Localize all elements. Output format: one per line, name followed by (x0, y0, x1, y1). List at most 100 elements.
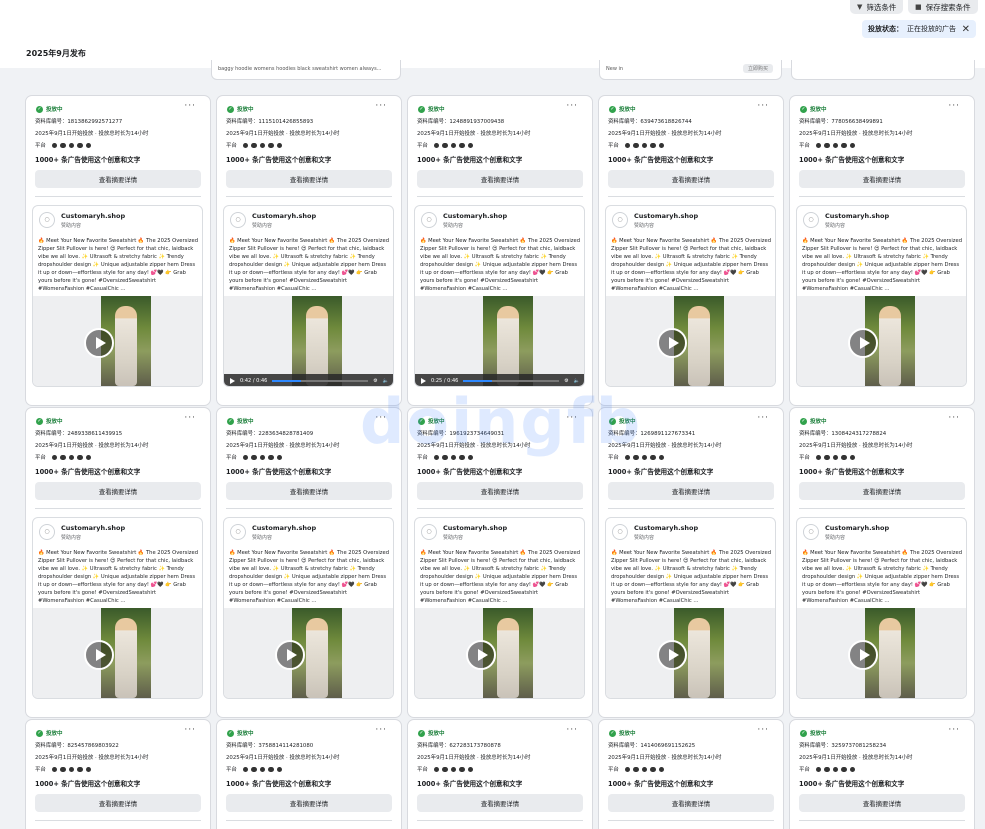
close-icon[interactable]: ✕ (962, 24, 970, 35)
save-search-button[interactable]: ■ 保存搜索条件 (908, 0, 978, 14)
view-details-button[interactable]: 查看摘要详情 (417, 170, 583, 188)
ad-preview[interactable]: ○ Customaryh.shop 赞助内容 🔥 Meet Your New F… (414, 205, 585, 387)
more-options-icon[interactable]: ··· (566, 725, 578, 735)
page-name[interactable]: Customaryh.shop (61, 212, 125, 220)
ad-preview[interactable]: ○ Customaryh.shop 赞助内容 🔥 Meet Your New F… (223, 517, 394, 699)
play-icon[interactable] (421, 378, 426, 384)
launch-info: 2025年9月1日开始投放 · 投放总时长为14小时 (417, 755, 531, 761)
view-details-button[interactable]: 查看摘要详情 (226, 794, 392, 812)
ad-preview[interactable]: ○ Customaryh.shop 赞助内容 🔥 Meet Your New F… (796, 517, 967, 699)
video-controls[interactable]: 0:25 / 0:46 ⚙ 🔈 (415, 374, 584, 386)
view-details-button[interactable]: 查看摘要详情 (417, 482, 583, 500)
view-details-button[interactable]: 查看摘要详情 (608, 794, 774, 812)
filter-button[interactable]: ▼ 筛选条件 (850, 0, 904, 14)
play-icon[interactable] (84, 640, 114, 670)
status-badge: ✓ 投放中 (36, 105, 63, 113)
more-options-icon[interactable]: ··· (184, 413, 196, 423)
page-name[interactable]: Customaryh.shop (61, 524, 125, 532)
platforms-row: 平台 (35, 765, 92, 773)
more-options-icon[interactable]: ··· (566, 101, 578, 111)
view-details-button[interactable]: 查看摘要详情 (226, 170, 392, 188)
status-badge: ✓ 投放中 (227, 417, 254, 425)
view-details-button[interactable]: 查看摘要详情 (608, 170, 774, 188)
ad-preview[interactable]: ○ Customaryh.shop 赞助内容 🔥 Meet Your New F… (605, 205, 776, 387)
view-details-button[interactable]: 查看摘要详情 (35, 170, 201, 188)
page-avatar: ○ (612, 212, 628, 228)
page-name[interactable]: Customaryh.shop (252, 212, 316, 220)
ad-card: ✓ 投放中 ··· 资料库编号：778056638499891 2025年9月1… (789, 95, 975, 406)
ad-preview[interactable]: ○ Customaryh.shop 赞助内容 🔥 Meet Your New F… (414, 517, 585, 699)
library-id: 资料库编号：1308424317278824 (799, 431, 887, 437)
ad-preview[interactable]: ○ Customaryh.shop 赞助内容 🔥 Meet Your New F… (32, 205, 203, 387)
page-name[interactable]: Customaryh.shop (252, 524, 316, 532)
settings-icon[interactable]: ⚙ (564, 378, 568, 384)
audience-network-icon (68, 766, 75, 773)
divider (799, 196, 965, 197)
view-details-button[interactable]: 查看摘要详情 (417, 794, 583, 812)
play-icon[interactable] (657, 640, 687, 670)
more-options-icon[interactable]: ··· (184, 101, 196, 111)
ad-count: 1000+ 条广告使用这个创意和文字 (608, 780, 714, 788)
threads-icon (849, 142, 856, 149)
facebook-icon (624, 142, 631, 149)
volume-icon[interactable]: 🔈 (383, 378, 389, 384)
play-icon[interactable] (230, 378, 235, 384)
progress-bar[interactable] (463, 380, 560, 382)
status-badge: ✓ 投放中 (418, 105, 445, 113)
more-options-icon[interactable]: ··· (757, 413, 769, 423)
more-options-icon[interactable]: ··· (757, 101, 769, 111)
progress-bar[interactable] (272, 380, 369, 382)
ad-preview[interactable]: ○ Customaryh.shop 赞助内容 🔥 Meet Your New F… (605, 517, 776, 699)
play-icon[interactable] (848, 640, 878, 670)
settings-icon[interactable]: ⚙ (373, 378, 377, 384)
ad-preview[interactable]: ○ Customaryh.shop 赞助内容 🔥 Meet Your New F… (796, 205, 967, 387)
peek-text: New in (606, 66, 624, 72)
instagram-icon (824, 454, 830, 461)
play-icon[interactable] (848, 328, 878, 358)
page-name[interactable]: Customaryh.shop (634, 212, 698, 220)
play-icon[interactable] (84, 328, 114, 358)
prev-card-peek: New in 立即购买 (599, 60, 782, 80)
view-details-button[interactable]: 查看摘要详情 (608, 482, 774, 500)
page-name[interactable]: Customaryh.shop (443, 212, 507, 220)
page-name[interactable]: Customaryh.shop (443, 524, 507, 532)
ad-preview[interactable]: ○ Customaryh.shop 赞助内容 🔥 Meet Your New F… (32, 517, 203, 699)
volume-icon[interactable]: 🔈 (574, 378, 580, 384)
play-icon[interactable] (275, 640, 305, 670)
status-text: 投放中 (428, 419, 445, 425)
more-options-icon[interactable]: ··· (375, 101, 387, 111)
view-details-button[interactable]: 查看摘要详情 (226, 482, 392, 500)
view-details-button[interactable]: 查看摘要详情 (35, 482, 201, 500)
more-options-icon[interactable]: ··· (375, 413, 387, 423)
check-icon: ✓ (227, 729, 234, 737)
more-options-icon[interactable]: ··· (184, 725, 196, 735)
more-options-icon[interactable]: ··· (948, 725, 960, 735)
status-text: 投放中 (237, 731, 254, 737)
view-details-button[interactable]: 查看摘要详情 (799, 794, 965, 812)
status-badge: ✓ 投放中 (609, 417, 636, 425)
more-options-icon[interactable]: ··· (948, 101, 960, 111)
facebook-icon (624, 454, 631, 461)
video-controls[interactable]: 0:42 / 0:46 ⚙ 🔈 (224, 374, 393, 386)
platforms-row: 平台 (35, 141, 92, 149)
ad-preview[interactable]: ○ Customaryh.shop 赞助内容 🔥 Meet Your New F… (223, 205, 394, 387)
more-options-icon[interactable]: ··· (757, 725, 769, 735)
page-name[interactable]: Customaryh.shop (825, 212, 889, 220)
view-details-button[interactable]: 查看摘要详情 (35, 794, 201, 812)
ad-body-text: 🔥 Meet Your New Favorite Sweatshirt 🔥 Th… (802, 550, 962, 604)
more-options-icon[interactable]: ··· (566, 413, 578, 423)
play-icon[interactable] (466, 640, 496, 670)
page-avatar: ○ (230, 212, 246, 228)
shop-now-button[interactable]: 立即购买 (742, 64, 773, 73)
view-details-button[interactable]: 查看摘要详情 (799, 482, 965, 500)
view-details-button[interactable]: 查看摘要详情 (799, 170, 965, 188)
more-options-icon[interactable]: ··· (948, 413, 960, 423)
status-filter-chip[interactable]: 投放状态： 正在投放的广告 ✕ (862, 20, 976, 38)
more-options-icon[interactable]: ··· (375, 725, 387, 735)
play-icon[interactable] (657, 328, 687, 358)
page-name[interactable]: Customaryh.shop (825, 524, 889, 532)
page-name[interactable]: Customaryh.shop (634, 524, 698, 532)
save-search-label: 保存搜索条件 (925, 2, 971, 12)
instagram-icon (442, 766, 448, 773)
library-id: 资料库编号：1813862992571277 (35, 119, 123, 125)
